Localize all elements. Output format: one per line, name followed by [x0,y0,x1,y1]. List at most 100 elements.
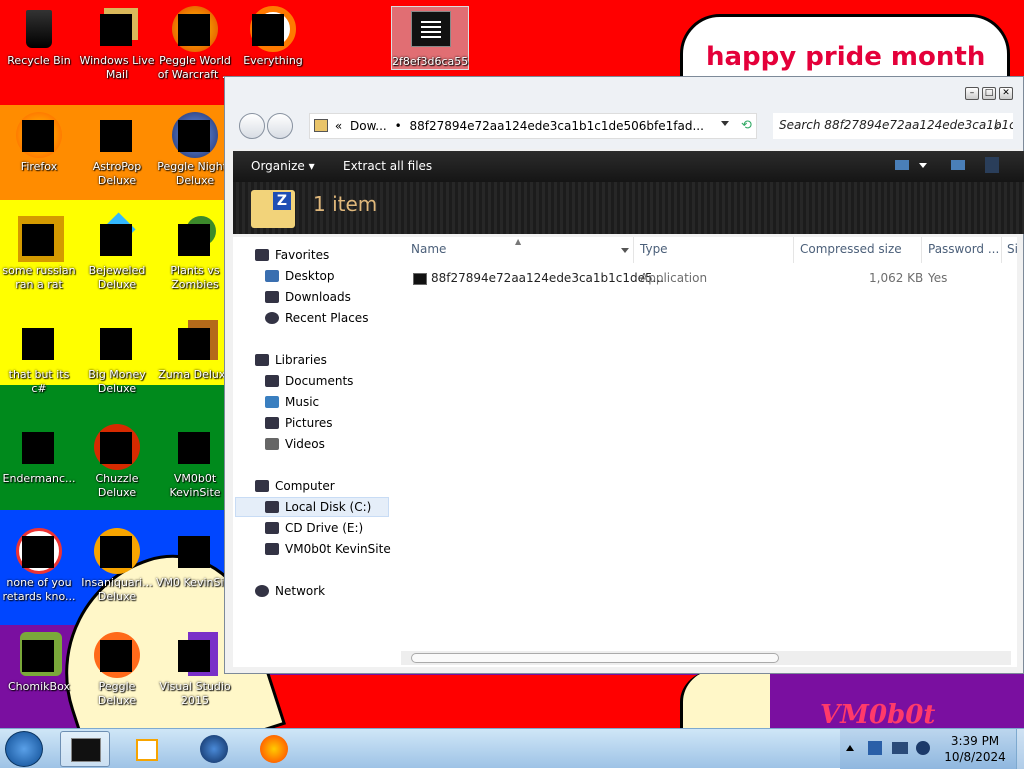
mail-icon [94,6,140,52]
desktop-icon-zuma[interactable]: Zuma Deluxe [156,320,234,382]
desktop-icon-chomikbox[interactable]: ChomikBox [0,632,78,694]
console-app-icon [407,7,453,53]
nav-computer[interactable]: Computer [255,479,335,493]
file-name: 88f27894e72aa124ede3ca1b1c1de5... [431,271,665,285]
breadcrumb-separator[interactable]: • [395,119,402,133]
column-divider[interactable] [793,237,794,263]
minimize-button[interactable]: – [965,87,979,100]
desktop-icon-that-but-its-c[interactable]: that but its c# [0,320,78,396]
preview-pane-icon[interactable] [951,160,965,170]
nav-pictures[interactable]: Pictures [265,416,333,430]
extract-all-button[interactable]: Extract all files [343,159,432,173]
address-bar[interactable]: « Dow... • 88f27894e72aa124ede3ca1b1c1de… [309,113,757,139]
column-header-size[interactable]: Si [1007,242,1018,256]
game-icon [94,424,140,470]
desktop-icon-label: some russian ran a rat [2,264,76,291]
nav-cd-drive-e[interactable]: CD Drive (E:) [265,521,363,535]
nav-local-disk-c[interactable]: Local Disk (C:) [265,500,371,514]
desktop-icon-insaniquarium[interactable]: Insaniquari... Deluxe [78,528,156,604]
clock[interactable]: 3:39 PM 10/8/2024 [935,733,1015,765]
desktop-icon-visual-studio[interactable]: Visual Studio 2015 [156,632,234,708]
desktop-icon-bejeweled[interactable]: Bejeweled Deluxe [78,212,156,292]
windows-stack-icon [16,320,62,366]
column-divider[interactable] [633,237,634,263]
breadcrumb-archive[interactable]: 88f27894e72aa124ede3ca1b1c1de506bfe1fad.… [409,119,703,133]
desktop-icon-some-russian[interactable]: some russian ran a rat [0,216,78,292]
sort-ascending-icon: ▲ [515,237,522,246]
network-tray-icon[interactable] [892,742,908,754]
column-header-type[interactable]: Type [640,242,668,256]
nav-music[interactable]: Music [265,395,319,409]
desktop-icon-label: Peggle Deluxe [97,680,137,707]
taskbar-explorer[interactable] [60,731,110,767]
desktop-icon-plants-vs-zombies[interactable]: Plants vs Zombies [156,216,234,292]
address-dropdown-icon[interactable] [721,121,729,126]
desktop-icon-peggle-nights[interactable]: Peggle Nights Deluxe [156,112,234,188]
desktop-icon-endermanc[interactable]: Endermanc... [0,424,78,486]
nav-libraries[interactable]: Libraries [255,353,327,367]
nav-label: Downloads [285,290,351,304]
taskbar: 3:39 PM 10/8/2024 [0,728,1024,769]
breadcrumb-downloads[interactable]: Dow... [350,119,387,133]
horizontal-scrollbar[interactable] [401,651,1011,665]
desktop-icon-peggle-deluxe[interactable]: Peggle Deluxe [78,632,156,708]
search-input[interactable]: Search 88f27894e72aa124ede3ca1b1c... [773,113,1013,139]
clock-date: 10/8/2024 [944,750,1006,764]
column-header-password[interactable]: Password ... [928,242,999,256]
show-desktop-button[interactable] [1016,729,1024,769]
desktop-icon-2f8ef3d6ca55[interactable]: 2f8ef3d6ca55 [391,6,469,70]
refresh-icon[interactable]: ⟲ [741,118,752,133]
nav-label: Music [285,395,320,409]
desktop-icon-everything[interactable]: Everything [234,6,312,68]
column-header-name[interactable]: Name [411,242,446,256]
search-icon[interactable]: ⌕ [995,119,1002,134]
desktop-icon-peggle-wow[interactable]: Peggle World of Warcraft ... [156,6,234,82]
view-icon[interactable] [895,160,909,170]
nav-videos[interactable]: Videos [265,437,325,451]
nav-network[interactable]: Network [255,584,325,598]
nav-desktop[interactable]: Desktop [265,269,335,283]
taskbar-media-player[interactable] [122,731,172,767]
taskbar-browser[interactable] [188,731,238,767]
desktop-icon-vm0b0t-kevinsite[interactable]: VM0b0t KevinSite [156,424,234,500]
taskbar-firefox[interactable] [248,731,298,767]
scrollbar-thumb[interactable] [411,653,779,663]
address-overflow-chevron[interactable]: « [335,119,342,133]
file-list: Name ▲ Type Compressed size Password ...… [393,237,1018,667]
nav-documents[interactable]: Documents [265,374,353,388]
desktop-icon-big-money[interactable]: Big Money Deluxe [78,320,156,396]
organize-button[interactable]: Organize ▾ [251,159,315,173]
peggle-icon [172,6,218,52]
desktop-icon-firefox[interactable]: Firefox [0,112,78,174]
desktop-icon-windows-live-mail[interactable]: Windows Live Mail [78,6,156,82]
column-header-compressed-size[interactable]: Compressed size [800,242,902,256]
column-filter-icon[interactable] [621,248,629,253]
desktop-icon-chuzzle[interactable]: Chuzzle Deluxe [78,424,156,500]
tray-app-icon[interactable] [868,741,882,755]
column-divider[interactable] [1001,237,1002,263]
table-row[interactable]: 88f27894e72aa124ede3ca1b1c1de5... Applic… [393,267,1013,289]
nav-vm0b0t-kevinsite[interactable]: VM0b0t KevinSite [265,542,391,556]
close-button[interactable]: ✕ [999,87,1013,100]
nav-favorites[interactable]: Favorites [255,248,329,262]
forward-button[interactable] [267,113,293,139]
libraries-icon [255,354,269,366]
desktop-icon-none-of-you[interactable]: none of you retards kno... [0,528,78,604]
view-dropdown-icon[interactable] [919,163,927,168]
recycle-bin-icon [16,6,62,52]
desktop-icon-astropop[interactable]: AstroPop Deluxe [78,112,156,188]
show-hidden-icons-icon[interactable] [846,745,854,751]
back-button[interactable] [239,113,265,139]
maximize-button[interactable]: □ [982,87,996,100]
application-icon [413,273,427,285]
start-button[interactable] [5,731,43,767]
help-icon[interactable] [985,157,999,173]
desktop-icon-recycle-bin[interactable]: Recycle Bin [0,6,78,68]
desktop-icon-vm0-kevinsite[interactable]: VM0 KevinSi... [156,528,234,590]
nav-downloads[interactable]: Downloads [265,290,351,304]
file-compressed-size: 1,062 KB [869,271,924,285]
volume-icon[interactable] [916,741,930,755]
column-divider[interactable] [921,237,922,263]
drive-icon [265,501,279,513]
nav-recent-places[interactable]: Recent Places [265,311,368,325]
